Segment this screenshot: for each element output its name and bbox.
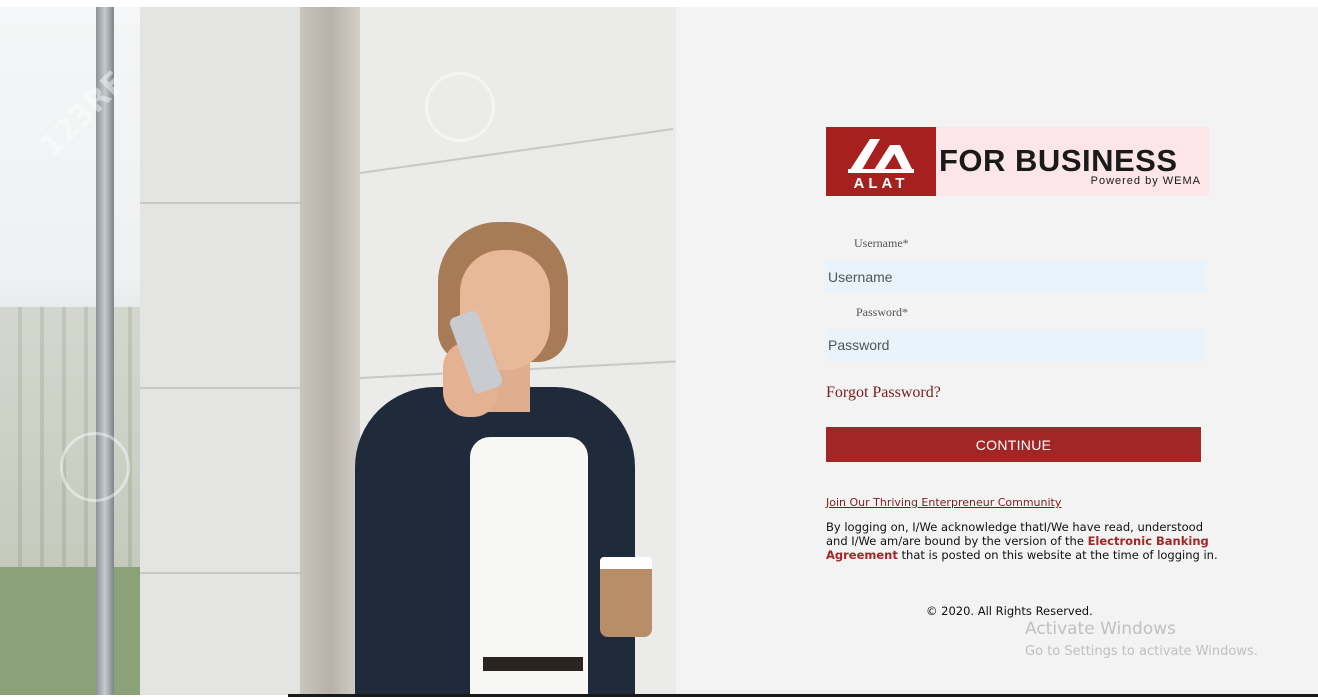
forgot-password-link[interactable]: Forgot Password?: [826, 384, 941, 402]
community-link[interactable]: Join Our Thriving Enterpreneur Community: [826, 496, 1061, 509]
triangle-logo-icon: [848, 139, 914, 173]
password-input[interactable]: [826, 329, 1206, 361]
brand-tagline: Powered by WEMA: [1090, 175, 1201, 187]
hero-photo: 123RF 123RF: [0, 7, 676, 695]
activate-windows-subtitle: Go to Settings to activate Windows.: [1025, 644, 1258, 659]
brand-mark-text: ALAT: [853, 175, 909, 192]
person-image: [355, 222, 675, 695]
terms-notice: By logging on, I/We acknowledge thatI/We…: [826, 520, 1218, 562]
username-label: Username*: [854, 236, 909, 250]
coffee-cup-icon: [600, 557, 652, 637]
password-label: Password*: [856, 305, 909, 319]
alat-logo-icon: ALAT: [826, 127, 936, 196]
username-input[interactable]: [826, 261, 1206, 293]
copyright: © 2020. All Rights Reserved.: [926, 604, 1093, 618]
activate-windows-title: Activate Windows: [1025, 619, 1176, 639]
brand-title: FOR BUSINESS: [939, 143, 1178, 178]
continue-button[interactable]: CONTINUE: [826, 427, 1201, 462]
brand-logo: ALAT FOR BUSINESS Powered by WEMA: [826, 127, 1209, 196]
